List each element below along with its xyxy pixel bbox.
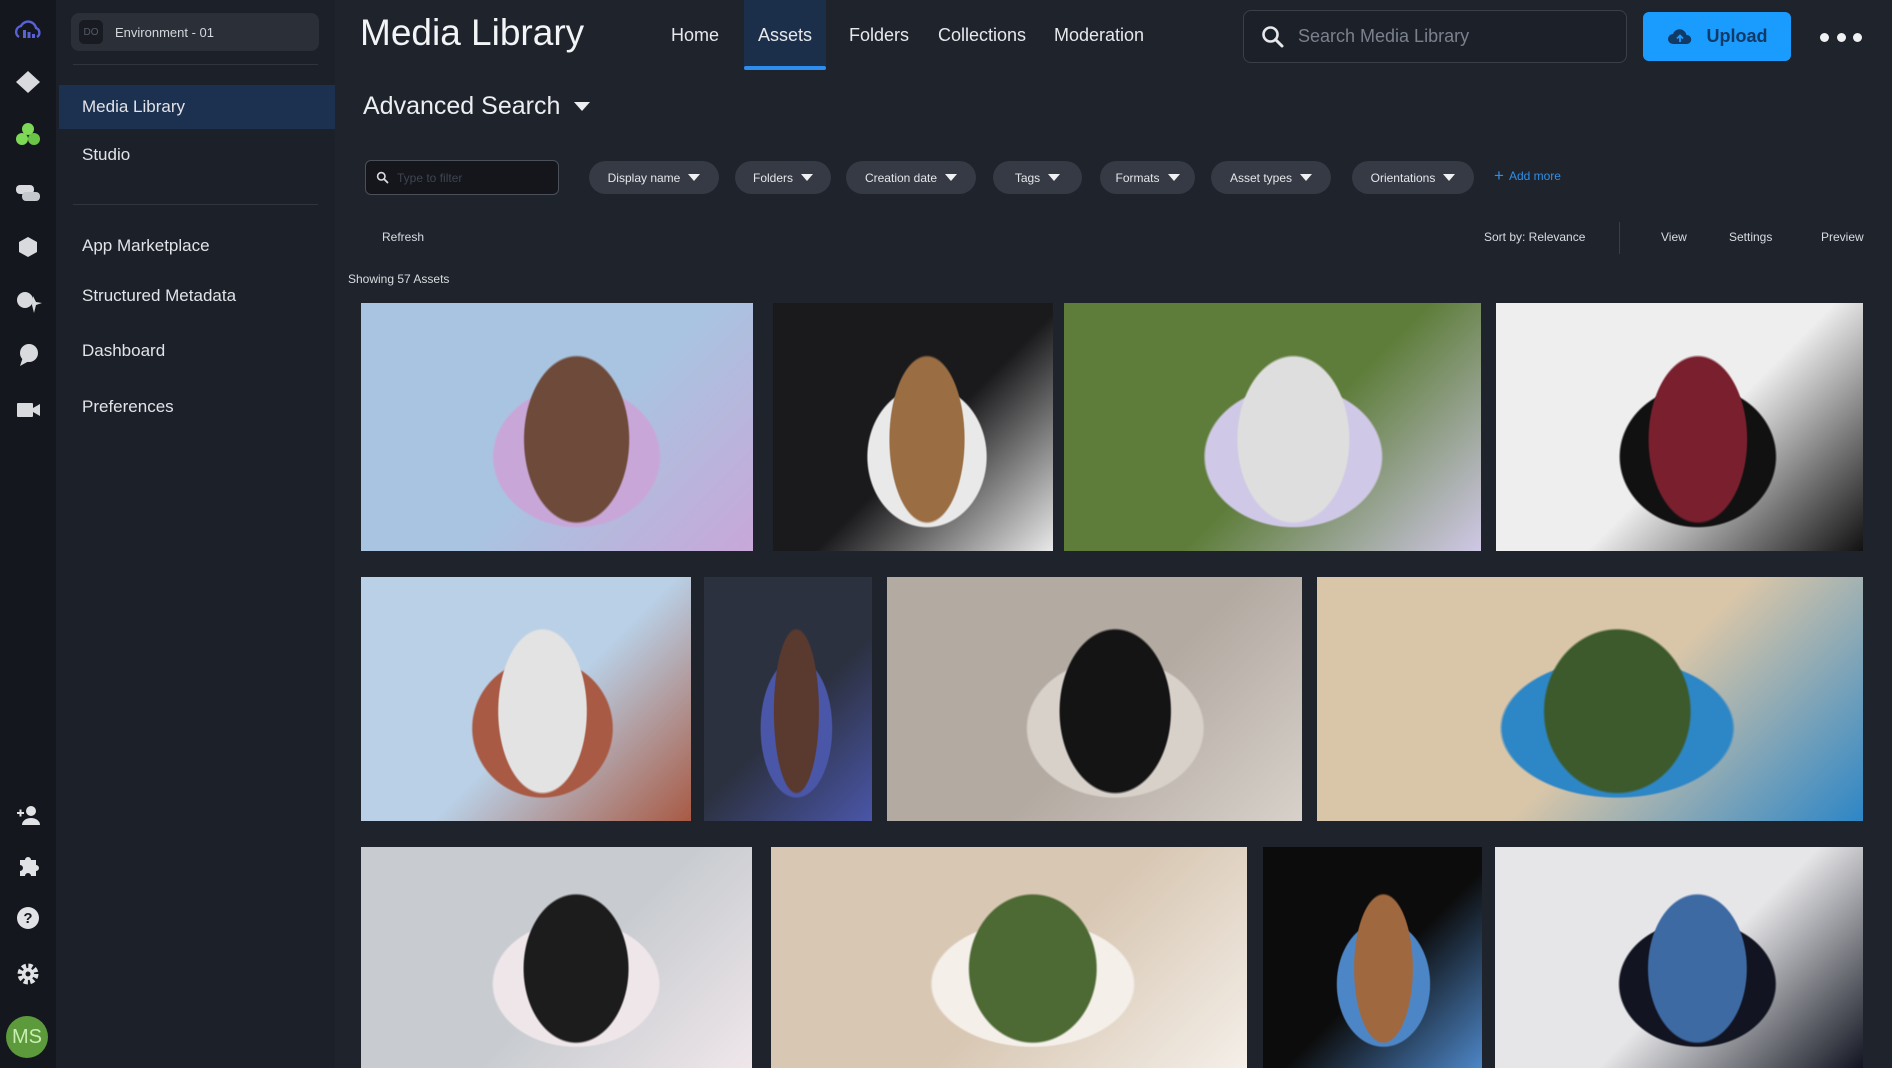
sidebar: DO Environment - 01 Media Library Studio… <box>56 0 335 1068</box>
cloud-logo-icon[interactable] <box>10 12 46 48</box>
caret-down-icon <box>801 174 813 181</box>
sidebar-item-app-marketplace[interactable]: App Marketplace <box>56 224 335 268</box>
dot-icon <box>1853 32 1862 42</box>
asset-thumbnail[interactable] <box>361 577 691 821</box>
sort-dropdown[interactable]: Sort by: Relevance <box>1484 230 1585 244</box>
asset-thumbnail[interactable] <box>704 577 872 821</box>
filter-box <box>365 160 559 195</box>
asset-thumbnail[interactable] <box>771 847 1247 1068</box>
caret-down-icon <box>1048 174 1061 181</box>
cloud-upload-icon <box>1667 28 1691 44</box>
asset-thumbnail[interactable] <box>887 577 1302 821</box>
refresh-button[interactable]: Refresh <box>382 230 424 244</box>
icon-rail: ? MS <box>0 0 56 1068</box>
chip-formats[interactable]: Formats <box>1100 161 1195 194</box>
avatar[interactable]: MS <box>6 1016 48 1058</box>
advanced-search-toggle[interactable]: Advanced Search <box>363 92 591 121</box>
asset-thumbnail[interactable] <box>1496 303 1863 551</box>
speech-bubble-icon[interactable] <box>10 337 46 373</box>
search-icon <box>376 171 389 184</box>
search-box <box>1243 10 1627 63</box>
chip-orientations[interactable]: Orientations <box>1352 161 1474 194</box>
tab-moderation[interactable]: Moderation <box>1040 0 1158 70</box>
sidebar-item-media-library[interactable]: Media Library <box>59 85 335 129</box>
toolbar-divider <box>1619 222 1620 254</box>
asset-thumbnail[interactable] <box>1263 847 1482 1068</box>
asset-thumbnail[interactable] <box>1064 303 1481 551</box>
help-icon[interactable]: ? <box>10 900 46 936</box>
settings-button[interactable]: Settings <box>1729 230 1772 244</box>
advanced-search-label: Advanced Search <box>363 92 561 120</box>
sidebar-divider <box>73 64 318 65</box>
add-user-icon[interactable] <box>10 798 46 834</box>
plus-icon: + <box>1494 166 1504 185</box>
diamond-icon[interactable] <box>10 64 46 100</box>
sidebar-item-structured-metadata[interactable]: Structured Metadata <box>56 274 335 318</box>
tab-collections[interactable]: Collections <box>924 0 1040 70</box>
sidebar-item-dashboard[interactable]: Dashboard <box>56 329 335 373</box>
chip-label: Tags <box>1014 170 1041 185</box>
add-more-label: Add more <box>1508 169 1561 183</box>
dot-icon <box>1836 32 1846 42</box>
caret-down-icon <box>1443 174 1456 181</box>
asset-thumbnail[interactable] <box>361 303 753 551</box>
cubes-icon[interactable] <box>10 117 46 153</box>
dot-icon <box>1820 32 1829 42</box>
search-input[interactable] <box>1298 26 1618 47</box>
more-options-button[interactable] <box>1815 24 1867 50</box>
chip-creation-date[interactable]: Creation date <box>846 161 976 194</box>
environment-switcher[interactable]: DO Environment - 01 <box>71 13 319 51</box>
chip-label: Creation date <box>864 170 938 185</box>
asset-thumbnail[interactable] <box>361 847 752 1068</box>
environment-badge: DO <box>79 20 103 44</box>
caret-down-icon <box>574 102 591 111</box>
chip-tags[interactable]: Tags <box>993 161 1082 194</box>
sidebar-divider <box>73 204 318 205</box>
asset-thumbnail[interactable] <box>773 303 1053 551</box>
environment-name: Environment - 01 <box>115 24 214 40</box>
chip-display-name[interactable]: Display name <box>589 161 719 194</box>
chip-label: Display name <box>607 170 681 185</box>
view-button[interactable]: View <box>1661 230 1687 244</box>
video-camera-icon[interactable] <box>10 392 46 428</box>
caret-down-icon <box>1300 174 1313 181</box>
asset-thumbnail[interactable] <box>1495 847 1863 1068</box>
tab-assets[interactable]: Assets <box>744 0 827 70</box>
upload-label: Upload <box>1706 26 1768 46</box>
add-more-filters-link[interactable]: + Add more <box>1494 166 1561 185</box>
sidebar-item-preferences[interactable]: Preferences <box>56 385 335 429</box>
preview-button[interactable]: Preview <box>1821 230 1864 244</box>
svg-text:?: ? <box>23 910 32 927</box>
page-title: Media Library <box>360 12 585 53</box>
search-icon <box>1262 25 1284 47</box>
chip-folders[interactable]: Folders <box>735 161 831 194</box>
tab-home[interactable]: Home <box>657 0 733 70</box>
layers-icon[interactable] <box>10 175 46 211</box>
sidebar-item-studio[interactable]: Studio <box>56 133 335 177</box>
chip-label: Formats <box>1115 170 1160 185</box>
upload-button[interactable]: Upload <box>1643 12 1791 61</box>
chip-label: Folders <box>752 170 793 185</box>
asset-thumbnail[interactable] <box>1317 577 1863 821</box>
chip-label: Orientations <box>1370 170 1436 185</box>
caret-down-icon <box>1167 174 1180 181</box>
gear-icon[interactable] <box>10 956 46 992</box>
chip-label: Asset types <box>1229 170 1293 185</box>
caret-down-icon <box>945 174 958 181</box>
chat-sparkle-icon[interactable] <box>10 284 46 320</box>
chip-asset-types[interactable]: Asset types <box>1211 161 1331 194</box>
caret-down-icon <box>688 174 701 181</box>
tab-folders[interactable]: Folders <box>835 0 923 70</box>
puzzle-icon[interactable] <box>10 848 46 884</box>
results-count: Showing 57 Assets <box>348 272 450 286</box>
filter-input[interactable] <box>397 170 547 185</box>
hexagon-icon[interactable] <box>10 229 46 265</box>
